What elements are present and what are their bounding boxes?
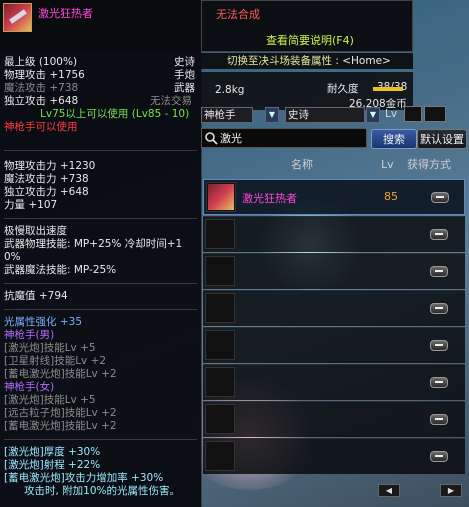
switch-label: 切换至决斗场装备属性 : [227, 55, 343, 67]
lv-min-input[interactable] [404, 106, 422, 122]
item-slot [205, 219, 235, 249]
tooltip-header: 激光狂热者 [0, 0, 201, 52]
list-item-name: 激光狂热者 [242, 192, 297, 205]
acquire-method-button[interactable] [430, 377, 448, 388]
divider [4, 150, 197, 151]
acquire-method-button[interactable] [430, 340, 448, 351]
list-item[interactable] [203, 327, 465, 363]
tooltip-line: [卫星射线]技能Lv +2 [4, 355, 107, 367]
item-slot [205, 293, 235, 323]
column-header-lv: Lv [381, 158, 394, 171]
tooltip-line: [激光炮]技能Lv +5 [4, 342, 96, 354]
tooltip-line: 神枪手(女) [4, 381, 55, 393]
rarity-filter[interactable]: 史诗 [285, 107, 365, 123]
column-header-name: 名称 [291, 158, 313, 171]
cannot-synthesize-text: 无法合成 [216, 8, 260, 21]
tooltip-line: 神枪手可以使用 [4, 121, 78, 133]
item-slot [205, 256, 235, 286]
next-page-button[interactable]: ▶ [440, 484, 462, 497]
tooltip-line: 武器魔法技能: MP-25% [4, 264, 117, 276]
tooltip-line: [激光炮]射程 +22% [4, 459, 101, 471]
item-slot [205, 441, 235, 471]
durability-bar [373, 87, 403, 91]
class-filter-dropdown-icon[interactable]: ▼ [265, 107, 279, 123]
tooltip-line: 无法交易 [150, 95, 192, 107]
tooltip-line: Lv75以上可以使用 (Lv85 - 10) [40, 108, 190, 120]
search-box [201, 128, 367, 148]
tooltip-line: 力量 +107 [4, 199, 58, 211]
tooltip-line: 最上级 (100%) [4, 56, 78, 68]
tooltip-line: 武器 [174, 82, 195, 94]
acquire-method-button[interactable] [430, 451, 448, 462]
lv-filter-label: Lv [385, 108, 398, 120]
result-list: 名称 Lv 获得方式 激光狂热者 85 [201, 155, 467, 507]
tooltip-line: 神枪手(男) [4, 329, 55, 341]
item-slot [205, 367, 235, 397]
tooltip-line: 物理攻击 +1756 [4, 69, 85, 81]
tooltip-line: 史诗 [174, 56, 195, 68]
divider [4, 309, 197, 310]
acquire-method-button[interactable] [430, 229, 448, 240]
column-header-method: 获得方式 [407, 158, 451, 171]
item-meta: 2.8kg 耐久度 38/38 26,208金币 [201, 72, 413, 110]
tooltip-line: 抗魔值 +794 [4, 290, 68, 302]
tooltip-line: 魔法攻击力 +738 [4, 173, 89, 185]
list-item[interactable] [203, 401, 465, 437]
default-settings-button[interactable]: 默认设置 [417, 129, 467, 149]
divider [4, 283, 197, 284]
list-item[interactable] [203, 253, 465, 289]
search-button[interactable]: 搜索 [371, 129, 417, 149]
list-item[interactable] [203, 216, 465, 252]
search-icon [205, 132, 218, 145]
item-tooltip: 激光狂热者 最上级 (100%) 史诗物理攻击 +1756 手炮魔法攻击 +738 武… [0, 0, 202, 507]
tooltip-line: 0% [4, 251, 21, 263]
handcannon-item-icon [208, 184, 234, 210]
item-slot [206, 182, 236, 212]
tooltip-line: 独立攻击 +648 [4, 95, 79, 107]
search-input[interactable] [220, 131, 360, 145]
tooltip-line: [蓄电激光炮]攻击力增加率 +30% [4, 472, 164, 484]
acquire-method-button[interactable] [430, 266, 448, 277]
lv-max-input[interactable] [424, 106, 446, 122]
tooltip-line: 物理攻击力 +1230 [4, 160, 96, 172]
tooltip-line: [激光炮]技能Lv +5 [4, 394, 96, 406]
weight-text: 2.8kg [215, 84, 245, 96]
dialog-top-panel: 无法合成 查看简要说明(F4) [201, 0, 413, 52]
acquire-method-button[interactable] [430, 303, 448, 314]
rarity-filter-dropdown-icon[interactable]: ▼ [366, 107, 380, 123]
tooltip-line: 攻击时, 附加10%的光属性伤害。 [24, 485, 181, 497]
tooltip-line: [远古粒子炮]技能Lv +2 [4, 407, 117, 419]
item-name: 激光狂热者 [38, 7, 93, 20]
list-item[interactable] [203, 438, 465, 474]
tooltip-line: [激光炮]厚度 +30% [4, 446, 101, 458]
divider [4, 218, 197, 219]
tooltip-line: 极慢取出速度 [4, 225, 67, 237]
tooltip-line: 光属性强化 +35 [4, 316, 82, 328]
divider [4, 439, 197, 440]
list-item[interactable]: 激光狂热者 85 [203, 179, 465, 215]
tooltip-line: 武器物理技能: MP+25% 冷却时间+1 [4, 238, 183, 250]
switch-pvp-stats[interactable]: 切换至决斗场装备属性 : <Home> [201, 53, 413, 69]
item-slot [205, 330, 235, 360]
item-slot [205, 404, 235, 434]
tooltip-line: 独立攻击力 +648 [4, 186, 89, 198]
tooltip-line: 魔法攻击 +738 [4, 82, 79, 94]
tooltip-line: [蓄电激光炮]技能Lv +2 [4, 420, 117, 432]
handcannon-item-icon [3, 3, 32, 32]
prev-page-button[interactable]: ◀ [378, 484, 400, 497]
tooltip-line: 手炮 [174, 69, 195, 81]
list-item-lv: 85 [384, 190, 398, 203]
durability-label: 耐久度 [327, 83, 359, 95]
class-filter[interactable]: 神枪手 [201, 107, 253, 123]
acquire-method-button[interactable] [431, 192, 449, 203]
list-item[interactable] [203, 290, 465, 326]
list-item[interactable] [203, 364, 465, 400]
acquire-method-button[interactable] [430, 414, 448, 425]
view-summary-link[interactable]: 查看简要说明(F4) [266, 32, 354, 48]
tooltip-line: [蓄电激光炮]技能Lv +2 [4, 368, 117, 380]
switch-key: <Home> [342, 55, 391, 67]
